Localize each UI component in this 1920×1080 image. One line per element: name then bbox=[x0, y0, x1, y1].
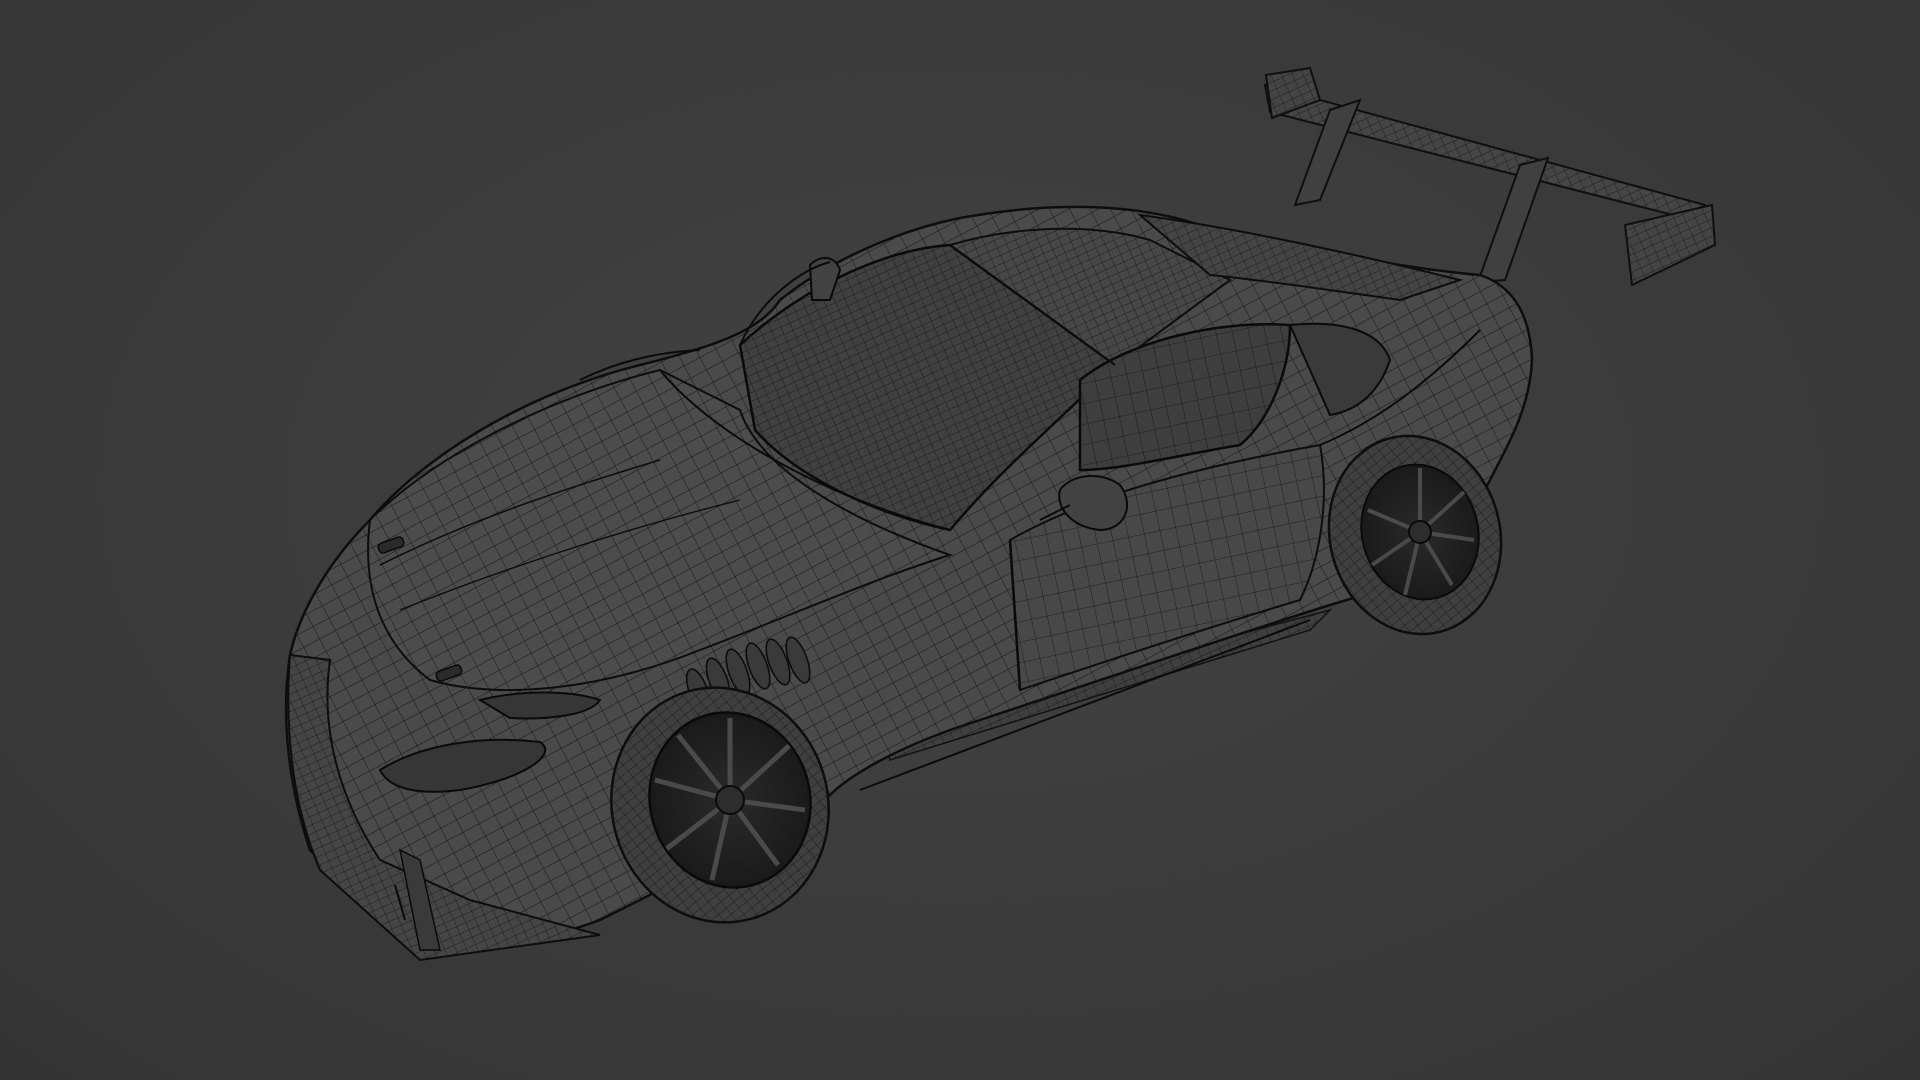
3d-viewport[interactable] bbox=[0, 0, 1920, 1080]
wireframe-scene bbox=[284, 66, 1717, 962]
